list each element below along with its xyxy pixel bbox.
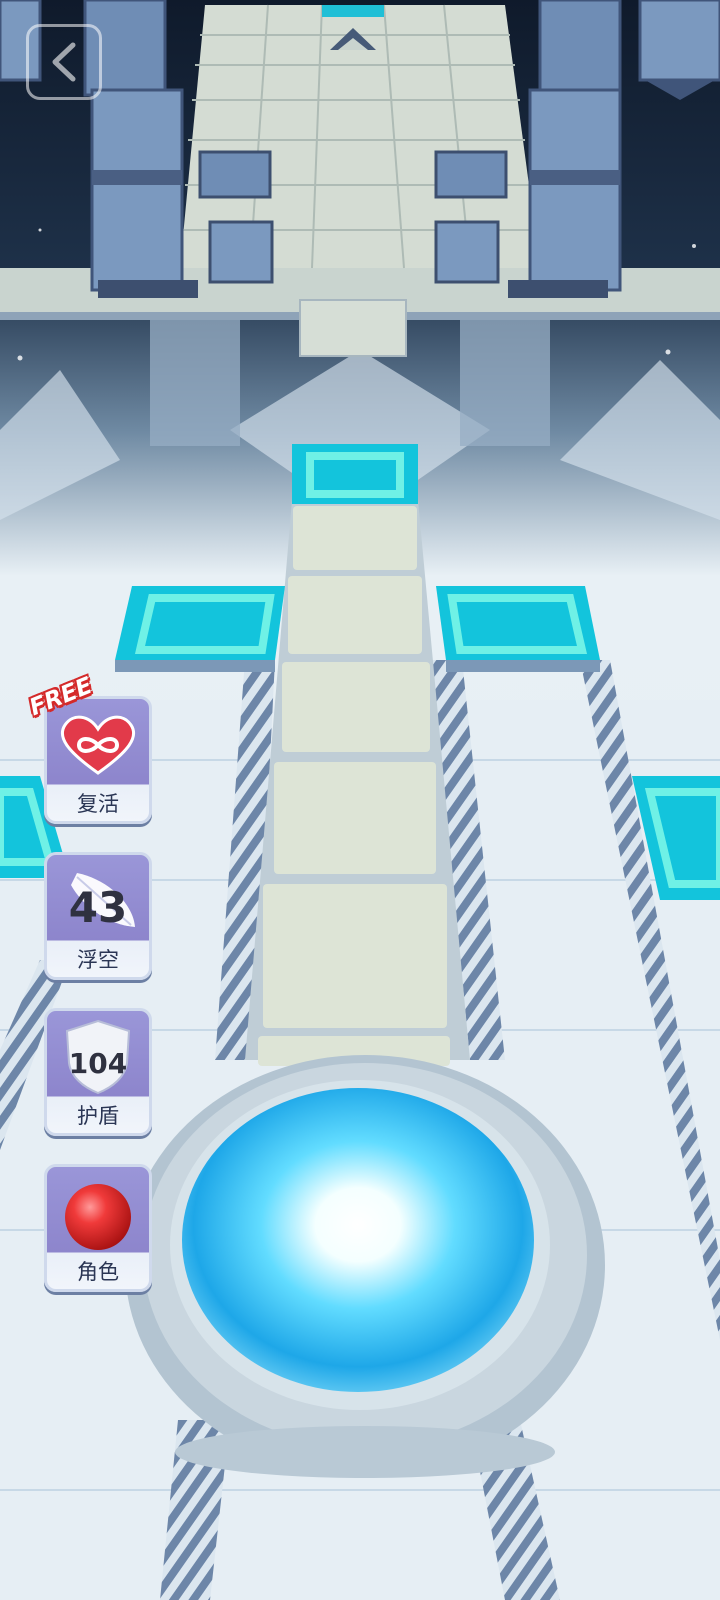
- revive-label: 复活: [77, 792, 119, 816]
- character-powerup-button[interactable]: 角色: [44, 1164, 152, 1292]
- back-arrow-icon: [52, 42, 76, 82]
- red-ball-icon: [65, 1184, 131, 1250]
- character-label: 角色: [77, 1260, 119, 1284]
- shield-count: 104: [68, 1047, 128, 1080]
- shield-powerup-button[interactable]: 104 护盾: [44, 1008, 152, 1136]
- float-label: 浮空: [77, 948, 119, 972]
- shield-label: 护盾: [77, 1104, 119, 1128]
- float-powerup-button[interactable]: 43 浮空: [44, 852, 152, 980]
- float-count: 43: [68, 883, 128, 932]
- back-button[interactable]: [26, 24, 102, 100]
- glowing-portal: [125, 1055, 605, 1478]
